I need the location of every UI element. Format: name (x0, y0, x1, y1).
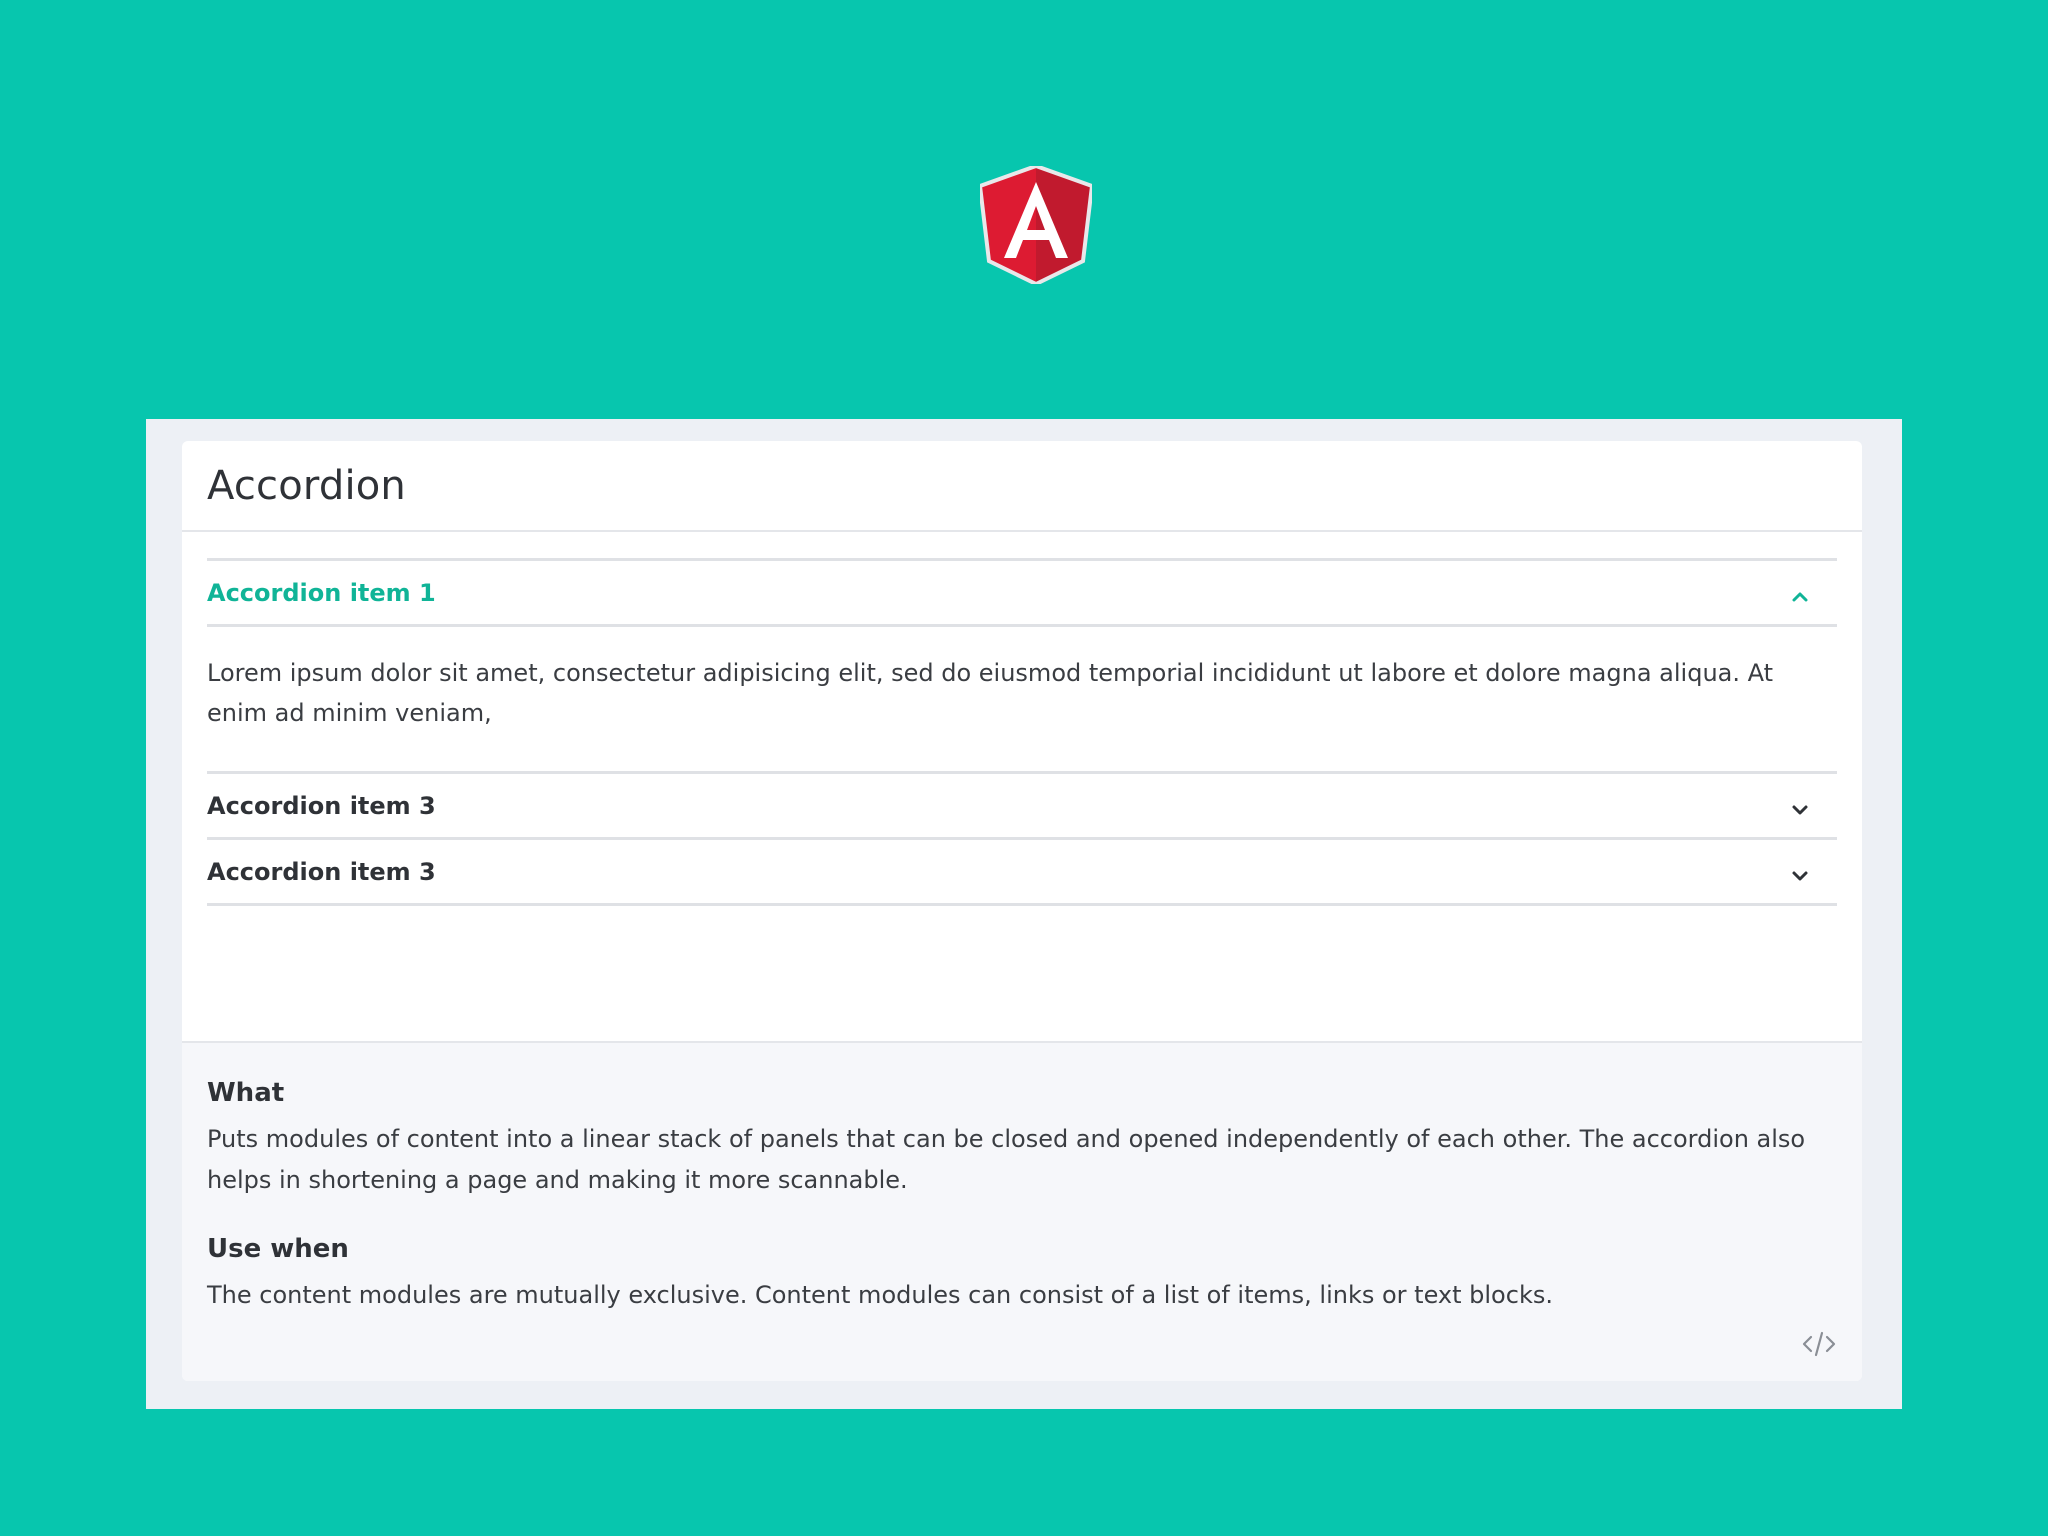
chevron-down-icon[interactable] (1787, 797, 1813, 823)
accordion-header-2[interactable]: Accordion item 3 (207, 774, 1837, 837)
usage-info: What Puts modules of content into a line… (182, 1041, 1862, 1381)
accordion-label: Accordion item 1 (207, 578, 436, 607)
page-title: Accordion (207, 463, 406, 509)
accordion-item-3: Accordion item 3 (207, 837, 1837, 906)
accordion-item-1: Accordion item 1 Lorem ipsum dolor sit a… (207, 558, 1837, 771)
accordion-panel-1: Lorem ipsum dolor sit amet, consectetur … (207, 624, 1837, 771)
use-when-description: The content modules are mutually exclusi… (207, 1281, 1553, 1309)
what-heading: What (207, 1078, 285, 1108)
component-frame: Accordion Accordion item 1 Lorem ipsum d… (146, 419, 1902, 1409)
accordion-header-1[interactable]: Accordion item 1 (207, 561, 1837, 624)
accordion-content: Lorem ipsum dolor sit amet, consectetur … (207, 659, 1774, 727)
component-card: Accordion Accordion item 1 Lorem ipsum d… (182, 441, 1862, 1381)
accordion-label: Accordion item 3 (207, 791, 436, 820)
card-header: Accordion (182, 441, 1862, 532)
angular-logo (980, 166, 1092, 284)
accordion-header-3[interactable]: Accordion item 3 (207, 840, 1837, 903)
chevron-down-icon[interactable] (1787, 863, 1813, 889)
accordion-label: Accordion item 3 (207, 857, 436, 886)
what-description: Puts modules of content into a linear st… (207, 1125, 1806, 1194)
use-when-heading: Use when (207, 1234, 349, 1264)
accordion-item-2: Accordion item 3 (207, 771, 1837, 837)
accordion: Accordion item 1 Lorem ipsum dolor sit a… (207, 558, 1837, 906)
chevron-up-icon[interactable] (1787, 584, 1813, 610)
code-icon[interactable] (1800, 1329, 1838, 1359)
